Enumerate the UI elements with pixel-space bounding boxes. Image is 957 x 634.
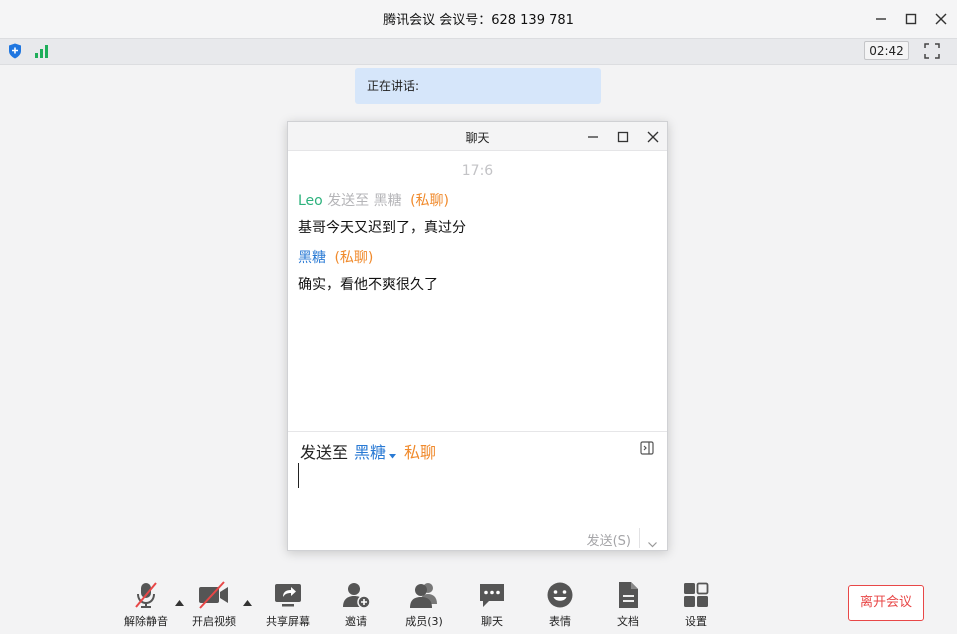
message-sender[interactable]: Leo (298, 193, 323, 209)
message-text: 确实，看他不爽很久了 (298, 277, 438, 293)
minimize-icon (588, 136, 598, 138)
message-text: 基哥今天又迟到了，真过分 (298, 220, 466, 236)
title-bar: 腾讯会议 会议号：628 139 781 (0, 0, 957, 38)
chat-window: 聊天 17:6 Leo 发送至 黑糖 (私聊) 基哥今天又迟到了，真过分 黑糖 … (287, 121, 668, 551)
send-button[interactable]: 发送(S) (587, 530, 631, 549)
shield-icon[interactable] (8, 43, 22, 63)
send-separator (639, 528, 640, 548)
message-recipient[interactable]: 黑糖 (374, 193, 402, 209)
chat-title: 聊天 (465, 131, 490, 145)
window-title: 腾讯会议 会议号：628 139 781 (383, 13, 574, 28)
maximize-icon (617, 131, 629, 143)
message-sender[interactable]: 黑糖 (298, 250, 326, 266)
invite-label: 邀请 (345, 615, 367, 628)
composer-divider (288, 431, 667, 432)
send-options-chevron-icon[interactable] (648, 533, 657, 552)
close-icon (647, 131, 659, 143)
private-chat-label: 私聊 (404, 443, 437, 462)
muted-microphone-icon (116, 580, 176, 610)
minimize-icon (876, 18, 886, 20)
send-to-label: 发送至 (300, 443, 349, 462)
start-video-label: 开启视频 (192, 615, 236, 628)
send-to-label: 发送至 (327, 193, 370, 209)
invite-button[interactable]: 邀请 (326, 580, 386, 629)
chat-label: 聊天 (481, 615, 503, 628)
chat-maximize-button[interactable] (613, 127, 633, 147)
expand-composer-icon[interactable] (640, 440, 654, 459)
unmute-label: 解除静音 (124, 615, 168, 628)
unmute-button[interactable]: 解除静音 (116, 580, 176, 629)
members-label: 成员(3) (405, 615, 443, 628)
chat-bubble-icon (462, 580, 522, 610)
close-icon (935, 13, 947, 25)
document-icon (598, 580, 658, 610)
documents-button[interactable]: 文档 (598, 580, 658, 629)
message-timestamp: 17:6 (461, 163, 494, 179)
documents-label: 文档 (617, 615, 639, 628)
chat-close-button[interactable] (643, 127, 663, 147)
recipient-dropdown[interactable]: 黑糖 (354, 443, 386, 462)
share-screen-icon (258, 580, 318, 610)
send-to-row: 发送至 黑糖 私聊 (300, 439, 436, 463)
video-off-icon (184, 580, 244, 610)
chat-button[interactable]: 聊天 (462, 580, 522, 629)
maximize-button[interactable] (900, 8, 922, 30)
settings-label: 设置 (685, 615, 707, 628)
leave-meeting-button[interactable]: 离开会议 (848, 585, 924, 621)
meeting-timer: 02:42 (864, 41, 909, 60)
chat-minimize-button[interactable] (583, 127, 603, 147)
chat-header: 聊天 (288, 122, 667, 151)
signal-bars-icon[interactable] (34, 43, 50, 63)
caret-down-icon[interactable] (389, 444, 397, 463)
status-bar: 02:42 (0, 38, 957, 65)
speaking-indicator: 正在讲话: (355, 68, 601, 104)
message-input[interactable] (298, 463, 299, 488)
audio-options-caret-icon[interactable] (175, 591, 184, 610)
close-button[interactable] (930, 8, 952, 30)
members-icon (394, 580, 454, 610)
smiley-icon (530, 580, 590, 610)
start-video-button[interactable]: 开启视频 (184, 580, 244, 629)
message-header: 黑糖 (私聊) (298, 247, 373, 267)
private-tag: (私聊) (410, 193, 450, 209)
video-options-caret-icon[interactable] (243, 591, 252, 610)
share-screen-button[interactable]: 共享屏幕 (258, 580, 318, 629)
share-screen-label: 共享屏幕 (266, 615, 310, 628)
maximize-icon (905, 13, 917, 25)
settings-button[interactable]: 设置 (666, 580, 726, 629)
message-header: Leo 发送至 黑糖 (私聊) (298, 190, 449, 210)
fullscreen-icon (924, 43, 940, 59)
private-tag: (私聊) (334, 250, 374, 266)
add-user-icon (326, 580, 386, 610)
reactions-button[interactable]: 表情 (530, 580, 590, 629)
minimize-button[interactable] (870, 8, 892, 30)
settings-grid-icon (666, 580, 726, 610)
send-area: 发送(S) (288, 525, 667, 551)
fullscreen-button[interactable] (924, 43, 940, 63)
reactions-label: 表情 (549, 615, 571, 628)
members-button[interactable]: 成员(3) (394, 580, 454, 629)
